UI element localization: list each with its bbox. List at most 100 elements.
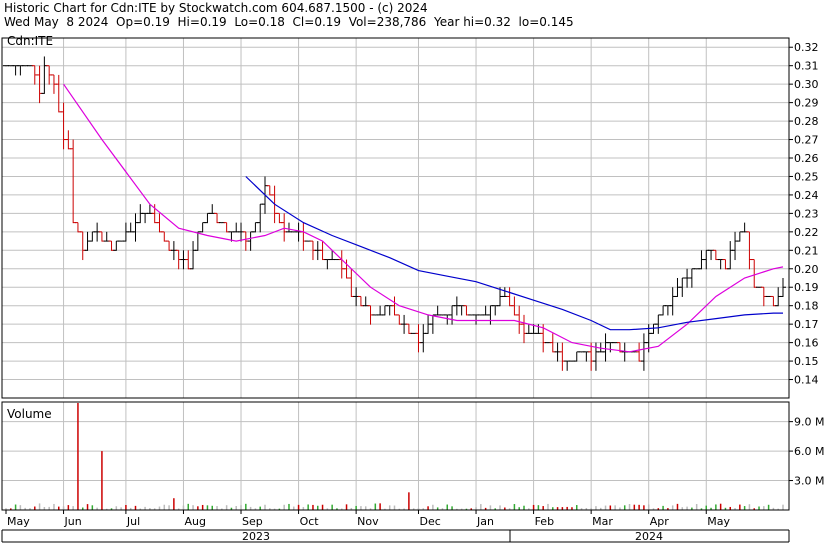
price-tick-label: 0.22: [794, 226, 819, 239]
ohlc-bar: [60, 102, 67, 150]
month-tick-label: Jun: [64, 515, 82, 528]
volume-tick-label: 6.0 M: [794, 445, 824, 458]
month-tick-label: May: [7, 515, 30, 528]
ohlc-bar: [357, 295, 364, 307]
ohlc-bar: [74, 222, 81, 233]
ohlc-bar: [70, 139, 77, 224]
ohlc-bar: [194, 231, 201, 251]
ohlc-bar: [190, 241, 197, 270]
price-tick-label: 0.16: [794, 337, 819, 350]
volume-tick-label: 9.0 M: [794, 416, 824, 429]
price-panel-frame: [1, 37, 790, 399]
price-tick-label: 0.15: [794, 355, 819, 368]
ohlc-bar: [482, 305, 489, 316]
ohlc-bar: [381, 305, 388, 316]
volume-panel-frame: [1, 401, 790, 511]
ohlc-bar: [185, 250, 192, 270]
ohlc-bar: [506, 287, 513, 307]
ohlc-bar: [276, 212, 283, 224]
price-tick-label: 0.31: [794, 60, 819, 73]
ohlc-bar: [573, 351, 580, 362]
ohlc-bar: [660, 305, 667, 316]
ohlc-bar: [223, 222, 230, 233]
price-tick-label: 0.27: [794, 134, 819, 147]
ohlc-bar: [650, 323, 657, 334]
ohlc-bar: [17, 65, 24, 76]
month-tick-label: Aug: [184, 515, 205, 528]
ohlc-bar: [55, 74, 62, 113]
price-tick-label: 0.19: [794, 281, 819, 294]
symbol-label: Cdn:ITE: [7, 34, 53, 48]
ohlc-bar: [166, 240, 173, 251]
ohlc-bar: [324, 259, 331, 270]
ohlc-bar: [516, 305, 523, 334]
ohlc-bar: [132, 213, 139, 242]
volume-bars: [5, 402, 784, 510]
ohlc-bar: [607, 342, 614, 353]
chart-window: Historic Chart for Cdn:ITE by Stockwatch…: [0, 0, 830, 543]
ohlc-bar: [559, 342, 566, 371]
ohlc-bar: [113, 240, 120, 251]
ohlc-bar: [377, 305, 384, 316]
price-tick-label: 0.17: [794, 318, 819, 331]
ohlc-bar: [449, 305, 456, 325]
ohlc-bar: [405, 323, 412, 334]
ohlc-bar: [473, 314, 480, 325]
ohlc-bar: [602, 333, 609, 362]
ohlc-bar: [487, 305, 494, 325]
ohlc-bar: [712, 249, 719, 261]
year-label: 2024: [635, 530, 663, 543]
ohlc-bar: [732, 231, 739, 261]
ohlc-bar: [492, 305, 499, 316]
month-tick-label: Sep: [242, 515, 263, 528]
ohlc-bar: [415, 324, 422, 353]
ohlc-bar: [233, 222, 240, 233]
ohlc-bar: [525, 324, 532, 334]
ohlc-bar: [444, 314, 451, 325]
ohlc-bar: [161, 231, 168, 242]
ohlc-bar: [664, 305, 671, 316]
ohlc-bar: [108, 240, 115, 251]
ohlc-bar: [41, 56, 48, 94]
price-tick-label: 0.23: [794, 207, 819, 220]
ohlc-bar: [214, 212, 221, 224]
ohlc-bar: [717, 259, 724, 270]
price-tick-label: 0.21: [794, 244, 819, 257]
ohlc-bar: [434, 305, 441, 316]
price-grid: [2, 38, 789, 398]
ohlc-bar: [736, 231, 743, 242]
price-tick-label: 0.30: [794, 78, 819, 91]
ohlc-bar: [708, 249, 715, 261]
ohlc-bar: [463, 305, 470, 316]
month-tick-label: Jan: [476, 515, 494, 528]
price-tick-label: 0.32: [794, 41, 819, 54]
price-tick-label: 0.29: [794, 97, 819, 110]
ohlc-bar: [209, 204, 216, 214]
volume-label: Volume: [7, 407, 52, 421]
ohlc-bar: [669, 287, 676, 316]
axes: 0.32 0.31 0.30 0.29 0.28 0.27 0.26 0.25 0.24 0.23…: [1, 37, 824, 543]
ohlc-bar: [300, 222, 307, 251]
ohlc-bar: [89, 231, 96, 242]
price-tick-label: 0.20: [794, 263, 819, 276]
price-tick-label: 0.28: [794, 115, 819, 128]
ohlc-bar: [12, 65, 19, 76]
month-tick-label: Mar: [592, 515, 613, 528]
month-tick-label: Feb: [535, 515, 554, 528]
ohlc-bar: [199, 222, 206, 233]
ohlc-bar: [127, 222, 134, 233]
ohlc-bar: [79, 231, 86, 261]
ohlc-bar: [703, 249, 710, 270]
ohlc-bar: [247, 231, 254, 251]
chart-canvas: 0.32 0.31 0.30 0.29 0.28 0.27 0.26 0.25 0.24 0.23…: [1, 34, 824, 543]
ohlc-bar: [281, 213, 288, 242]
ohlc-bar: [688, 268, 695, 288]
year-label: 2023: [242, 530, 270, 543]
ohlc-bar: [98, 231, 105, 242]
ohlc-bar: [420, 324, 427, 353]
month-tick-label: May: [707, 515, 730, 528]
ohlc-bar: [521, 314, 527, 344]
ohlc-bar: [396, 314, 403, 325]
ohlc-bar: [252, 222, 259, 233]
ohlc-bar: [583, 351, 590, 362]
